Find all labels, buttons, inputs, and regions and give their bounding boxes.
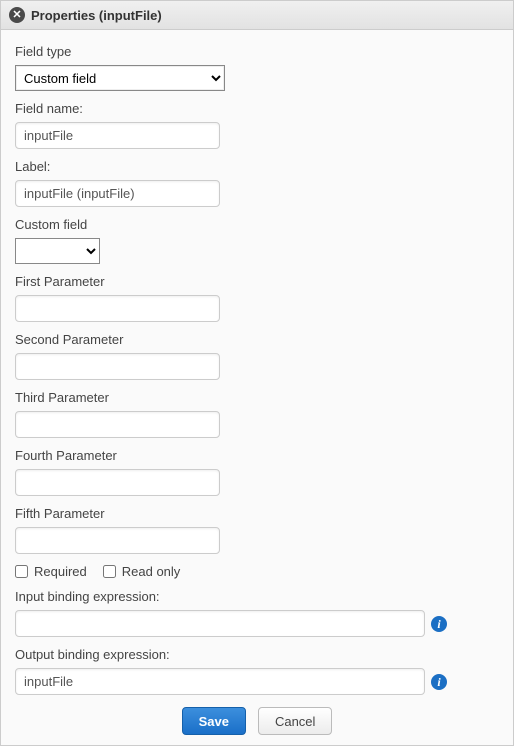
- custom-field-label: Custom field: [15, 217, 499, 232]
- custom-field-select[interactable]: [15, 238, 100, 264]
- info-icon[interactable]: i: [431, 616, 447, 632]
- input-binding-input[interactable]: [15, 610, 425, 637]
- field-type-select[interactable]: Custom field: [15, 65, 225, 91]
- dialog-body: Field type Custom field Field name: Labe…: [1, 30, 513, 745]
- cancel-button[interactable]: Cancel: [258, 707, 332, 735]
- dialog-header: ✕ Properties (inputFile): [1, 1, 513, 30]
- fourth-param-input[interactable]: [15, 469, 220, 496]
- third-param-label: Third Parameter: [15, 390, 499, 405]
- field-name-input[interactable]: [15, 122, 220, 149]
- label-input[interactable]: [15, 180, 220, 207]
- properties-dialog: ✕ Properties (inputFile) Field type Cust…: [0, 0, 514, 746]
- required-label: Required: [34, 564, 87, 579]
- fourth-param-label: Fourth Parameter: [15, 448, 499, 463]
- close-icon[interactable]: ✕: [9, 7, 25, 23]
- info-icon[interactable]: i: [431, 674, 447, 690]
- input-binding-label: Input binding expression:: [15, 589, 499, 604]
- field-type-label: Field type: [15, 44, 499, 59]
- required-checkbox-wrap[interactable]: Required: [15, 564, 87, 579]
- field-name-label: Field name:: [15, 101, 499, 116]
- button-row: Save Cancel: [15, 707, 499, 735]
- readonly-checkbox-wrap[interactable]: Read only: [103, 564, 181, 579]
- required-checkbox[interactable]: [15, 565, 28, 578]
- first-param-label: First Parameter: [15, 274, 499, 289]
- second-param-label: Second Parameter: [15, 332, 499, 347]
- third-param-input[interactable]: [15, 411, 220, 438]
- fifth-param-label: Fifth Parameter: [15, 506, 499, 521]
- first-param-input[interactable]: [15, 295, 220, 322]
- fifth-param-input[interactable]: [15, 527, 220, 554]
- label-label: Label:: [15, 159, 499, 174]
- second-param-input[interactable]: [15, 353, 220, 380]
- output-binding-input[interactable]: [15, 668, 425, 695]
- readonly-label: Read only: [122, 564, 181, 579]
- save-button[interactable]: Save: [182, 707, 246, 735]
- output-binding-label: Output binding expression:: [15, 647, 499, 662]
- readonly-checkbox[interactable]: [103, 565, 116, 578]
- dialog-title: Properties (inputFile): [31, 8, 162, 23]
